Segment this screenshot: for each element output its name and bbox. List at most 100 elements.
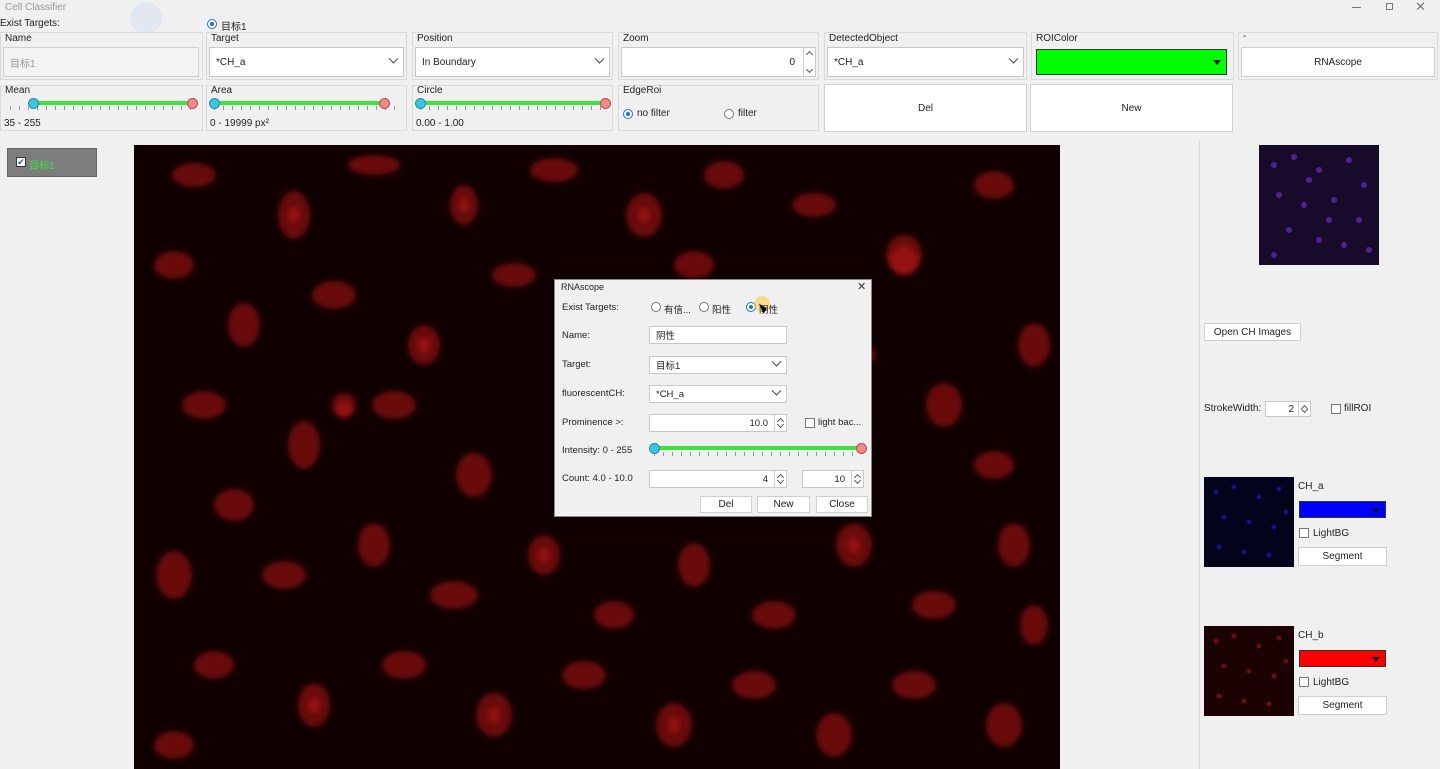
mean-label: Mean	[5, 85, 31, 96]
position-select-value: In Boundary	[422, 56, 476, 68]
edge-roi-no-filter-radio[interactable]	[623, 109, 633, 119]
dialog-intensity-slider-ticks	[654, 452, 861, 456]
detected-object-select[interactable]: *CH_a	[827, 47, 1024, 77]
ch-b-thumbnail-svg	[1213, 633, 1289, 707]
spin-arrows-icon[interactable]	[803, 48, 815, 76]
overview-thumbnail[interactable]	[1259, 145, 1379, 265]
dialog-target-radio-0[interactable]	[651, 302, 661, 312]
roi-color-picker[interactable]	[1036, 49, 1227, 75]
dialog-intensity-high-handle[interactable]	[856, 443, 867, 454]
ch-a-name: CH_a	[1298, 481, 1324, 492]
fill-roi-checkbox[interactable]	[1331, 404, 1341, 414]
dialog-target-radio-1[interactable]	[699, 302, 709, 312]
mean-slider-track[interactable]	[33, 101, 193, 105]
ch-b-lightbg-label: LightBG	[1313, 677, 1350, 688]
mean-slider-low-handle[interactable]	[28, 98, 39, 109]
close-icon[interactable]: ✕	[857, 280, 866, 293]
dialog-target-select[interactable]: 目标1	[649, 356, 787, 374]
rnascope-button[interactable]: RNAscope	[1241, 47, 1435, 77]
name-field[interactable]: 目标1	[3, 47, 199, 77]
chevron-down-icon	[771, 386, 782, 396]
dialog-intensity-slider-track[interactable]	[654, 446, 861, 450]
position-label: Position	[417, 33, 453, 44]
circle-slider-track[interactable]	[420, 101, 605, 105]
del-button[interactable]: Del	[824, 84, 1027, 132]
position-select[interactable]: In Boundary	[415, 47, 610, 77]
dialog-fluorescent-select[interactable]: *CH_a	[649, 385, 787, 403]
restore-icon[interactable]	[1386, 3, 1393, 10]
area-slider-low-handle[interactable]	[209, 98, 220, 109]
dialog-name-field[interactable]: 阴性	[649, 326, 787, 344]
edge-roi-label: EdgeRoi	[623, 85, 662, 96]
minimize-icon[interactable]	[1352, 7, 1361, 8]
stroke-width-label: StrokeWidth:	[1204, 403, 1262, 414]
checkbox-checked-icon[interactable]: ✔	[16, 157, 26, 167]
ch-a-thumbnail[interactable]	[1204, 477, 1294, 567]
exist-target-radio-0[interactable]	[207, 19, 217, 29]
edge-roi-no-filter-label: no filter	[637, 108, 670, 119]
target-label: Target	[211, 33, 239, 44]
dialog-count-min-spinbox[interactable]: 4	[649, 470, 787, 488]
target-select-value: *CH_a	[216, 56, 246, 68]
stroke-width-spinbox[interactable]: 2	[1265, 401, 1311, 417]
chevron-down-icon	[771, 357, 782, 367]
dropdown-triangle-icon	[1372, 507, 1380, 513]
ch-b-color-picker[interactable]	[1299, 650, 1386, 667]
circle-slider-ticks	[420, 106, 605, 110]
spin-arrows-icon[interactable]	[774, 471, 786, 487]
area-slider-high-handle[interactable]	[379, 98, 390, 109]
rnascope-group-label: -	[1243, 31, 1247, 42]
dialog-prominence-spinbox[interactable]: 10.0	[649, 414, 787, 432]
area-label: Area	[211, 85, 233, 96]
new-button[interactable]: New	[1030, 84, 1233, 132]
spin-arrows-icon[interactable]	[1298, 402, 1310, 416]
edge-roi-filter-radio[interactable]	[724, 109, 734, 119]
stroke-width-value: 2	[1288, 403, 1294, 415]
close-window-icon[interactable]: ✕	[1415, 0, 1429, 13]
dialog-new-button[interactable]: New	[757, 496, 810, 513]
dialog-del-button[interactable]: Del	[700, 496, 752, 513]
dialog-light-bg-label: light bac...	[818, 417, 862, 428]
window-title: Cell Classifier	[5, 2, 67, 13]
dialog-count-min-value: 4	[762, 473, 768, 485]
ch-a-thumbnail-svg	[1213, 484, 1289, 558]
area-slider-ticks	[214, 106, 400, 110]
area-range-text: 0 - 19999 px²	[210, 118, 269, 129]
ch-b-name: CH_b	[1298, 630, 1324, 641]
ch-a-color-picker[interactable]	[1299, 501, 1386, 518]
zoom-label: Zoom	[623, 33, 649, 44]
dialog-prominence-value: 10.0	[749, 417, 769, 429]
circle-slider-low-handle[interactable]	[415, 98, 426, 109]
dialog-close-button[interactable]: Close	[816, 496, 868, 513]
ch-b-lightbg-checkbox[interactable]	[1299, 677, 1309, 687]
chevron-down-icon	[388, 53, 399, 64]
target-select[interactable]: *CH_a	[209, 47, 404, 77]
open-ch-images-button[interactable]: Open CH Images	[1204, 323, 1301, 341]
fill-roi-label: fillROI	[1344, 403, 1372, 414]
ch-a-lightbg-checkbox[interactable]	[1299, 528, 1309, 538]
area-slider-track[interactable]	[214, 101, 384, 105]
roi-color-label: ROIColor	[1036, 33, 1078, 44]
ch-b-segment-button[interactable]: Segment	[1298, 696, 1387, 715]
circle-slider-high-handle[interactable]	[600, 98, 611, 109]
spin-arrows-icon[interactable]	[851, 471, 863, 487]
chevron-down-icon	[594, 53, 605, 64]
dropdown-triangle-icon	[1213, 60, 1221, 65]
dialog-intensity-low-handle[interactable]	[649, 443, 660, 454]
zoom-value: 0	[789, 56, 795, 68]
zoom-spinbox[interactable]: 0	[621, 47, 816, 77]
dialog-title: RNAscope	[561, 282, 605, 292]
spin-arrows-icon[interactable]	[774, 415, 786, 431]
target-list-item[interactable]: ✔ 目标1	[7, 148, 97, 177]
dropdown-triangle-icon	[1372, 656, 1380, 662]
chevron-down-icon	[1008, 53, 1019, 64]
dialog-prominence-label: Prominence >:	[562, 417, 624, 428]
mean-slider-high-handle[interactable]	[187, 98, 198, 109]
dialog-count-max-value: 10	[834, 473, 845, 485]
dialog-target-value: 目标1	[656, 361, 681, 372]
dialog-light-bg-checkbox[interactable]	[805, 418, 815, 428]
ch-a-segment-button[interactable]: Segment	[1298, 547, 1387, 566]
dialog-count-max-spinbox[interactable]: 10	[802, 470, 864, 488]
ch-b-thumbnail[interactable]	[1204, 626, 1294, 716]
dialog-count-label: Count: 4.0 - 10.0	[562, 473, 633, 484]
